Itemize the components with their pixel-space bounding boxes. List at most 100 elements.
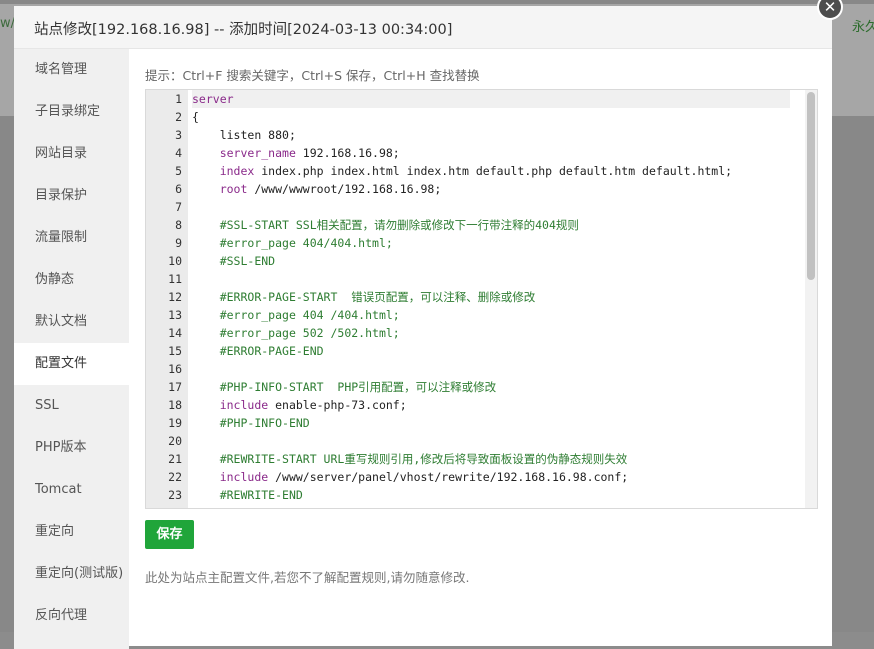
modal-title: 站点修改[192.168.16.98] -- 添加时间[2024-03-13 0… xyxy=(34,22,453,38)
code-line[interactable]: 23 #REWRITE-END xyxy=(146,486,806,504)
line-code: #ERROR-PAGE-START 错误页配置，可以注释、删除或修改 xyxy=(192,288,790,306)
line-number: 1 xyxy=(175,92,182,106)
line-code: include enable-php-73.conf; xyxy=(192,396,790,414)
code-line[interactable]: 3 listen 880; xyxy=(146,126,806,144)
sidebar-item[interactable]: Tomcat xyxy=(14,469,129,511)
line-code: #REWRITE-END xyxy=(192,486,790,504)
comment-text: #error_page 404 /404.html; xyxy=(219,308,400,322)
sidebar-item[interactable]: 重定向 xyxy=(14,511,129,553)
code-lines[interactable]: 1 server 2{3 listen 880; 4 server_name 192.… xyxy=(146,90,806,504)
code-line[interactable]: 22 include /www/server/panel/vhost/rewri… xyxy=(146,468,806,486)
line-number: 21 xyxy=(168,452,182,466)
sidebar-item[interactable]: PHP版本 xyxy=(14,427,129,469)
code-line[interactable]: 12 #ERROR-PAGE-START 错误页配置，可以注释、删除或修改 xyxy=(146,288,806,306)
comment-text: #SSL-END xyxy=(219,254,276,268)
comment-text: #SSL-START SSL相关配置，请勿删除或修改下一行带注释的404规则 xyxy=(219,218,579,232)
line-code: #SSL-START SSL相关配置，请勿删除或修改下一行带注释的404规则 xyxy=(192,216,790,234)
sidebar-item[interactable]: 反向代理 xyxy=(14,595,129,637)
code-line[interactable]: 6 root /www/wwwroot/192.168.16.98; xyxy=(146,180,806,198)
line-number: 23 xyxy=(168,488,182,502)
code-line[interactable]: 13 #error_page 404 /404.html; xyxy=(146,306,806,324)
sidebar-item[interactable]: 默认文档 xyxy=(14,301,129,343)
code-line[interactable]: 17 #PHP-INFO-START PHP引用配置，可以注释或修改 xyxy=(146,378,806,396)
line-code: #error_page 404 /404.html; xyxy=(192,306,790,324)
code-line[interactable]: 18 include enable-php-73.conf; xyxy=(146,396,806,414)
code-text: { xyxy=(192,110,199,124)
line-number: 19 xyxy=(168,416,182,430)
modal-header: 站点修改[192.168.16.98] -- 添加时间[2024-03-13 0… xyxy=(14,6,832,49)
comment-text: #REWRITE-END xyxy=(219,488,303,502)
code-text: index.php index.html index.htm default.p… xyxy=(254,164,733,178)
code-text: /www/server/panel/vhost/rewrite/192.168.… xyxy=(268,470,629,484)
editor-scroll-thumb[interactable] xyxy=(807,92,815,280)
line-code: #PHP-INFO-END xyxy=(192,414,790,432)
directive-keyword: include xyxy=(219,398,269,412)
line-code: root /www/wwwroot/192.168.16.98; xyxy=(192,180,790,198)
line-number: 12 xyxy=(168,290,182,304)
code-line[interactable]: 4 server_name 192.168.16.98; xyxy=(146,144,806,162)
code-line[interactable]: 14 #error_page 502 /502.html; xyxy=(146,324,806,342)
code-line[interactable]: 21 #REWRITE-START URL重写规则引用,修改后将导致面板设置的伪… xyxy=(146,450,806,468)
comment-text: #PHP-INFO-END xyxy=(219,416,310,430)
code-line[interactable]: 5 index index.php index.html index.htm d… xyxy=(146,162,806,180)
directive-keyword: include xyxy=(219,470,269,484)
sidebar-item[interactable]: 目录保护 xyxy=(14,175,129,217)
save-button[interactable]: 保存 xyxy=(145,520,194,549)
sidebar-item[interactable]: 子目录绑定 xyxy=(14,91,129,133)
sidebar-item[interactable]: 重定向(测试版) xyxy=(14,553,129,595)
directive-keyword: server_name xyxy=(219,146,296,160)
code-line[interactable]: 15 #ERROR-PAGE-END xyxy=(146,342,806,360)
code-line[interactable]: 7 xyxy=(146,198,806,216)
line-number: 22 xyxy=(168,470,182,484)
line-code: #PHP-INFO-START PHP引用配置，可以注释或修改 xyxy=(192,378,790,396)
line-number: 17 xyxy=(168,380,182,394)
line-number: 18 xyxy=(168,398,182,412)
code-line[interactable]: 9 #error_page 404/404.html; xyxy=(146,234,806,252)
code-line[interactable]: 19 #PHP-INFO-END xyxy=(146,414,806,432)
sidebar-item[interactable]: 配置文件 xyxy=(14,343,129,385)
settings-sidebar: 域名管理 子目录绑定 网站目录 目录保护 流量限制 伪静态 默认文档 配置文件 SSL PHP版本… xyxy=(14,49,129,649)
line-code: index index.php index.html index.htm def… xyxy=(192,162,790,180)
editor-scrollbar[interactable] xyxy=(805,90,817,508)
line-code: #REWRITE-START URL重写规则引用,修改后将导致面板设置的伪静态规… xyxy=(192,450,790,468)
code-text: enable-php-73.conf; xyxy=(268,398,407,412)
line-code: server xyxy=(192,90,790,108)
line-number: 10 xyxy=(168,254,182,268)
code-text: listen 880; xyxy=(219,128,296,142)
line-number: 15 xyxy=(168,344,182,358)
sidebar-item[interactable]: 网站目录 xyxy=(14,133,129,175)
sidebar-item[interactable]: 伪静态 xyxy=(14,259,129,301)
background-link-fragment: w/ xyxy=(0,16,16,31)
line-code: { xyxy=(192,108,790,126)
line-number: 5 xyxy=(175,164,182,178)
line-number: 9 xyxy=(175,236,182,250)
code-line[interactable]: 10 #SSL-END xyxy=(146,252,806,270)
code-line[interactable]: 20 xyxy=(146,432,806,450)
config-code-editor[interactable]: 1 server 2{3 listen 880; 4 server_name 192.… xyxy=(145,89,818,509)
sidebar-item[interactable]: 流量限制 xyxy=(14,217,129,259)
line-number: 6 xyxy=(175,182,182,196)
code-line[interactable]: 8 #SSL-START SSL相关配置，请勿删除或修改下一行带注释的404规则 xyxy=(146,216,806,234)
code-line[interactable]: 11 xyxy=(146,270,806,288)
code-line[interactable]: 2{ xyxy=(146,108,806,126)
code-line[interactable]: 1 server xyxy=(146,90,806,108)
sidebar-item[interactable]: 域名管理 xyxy=(14,49,129,91)
comment-text: #PHP-INFO-START PHP引用配置，可以注释或修改 xyxy=(219,380,497,394)
background-expiry-fragment: 永久 xyxy=(852,20,874,35)
line-number: 8 xyxy=(175,218,182,232)
sidebar-item[interactable]: SSL xyxy=(14,385,129,427)
comment-text: #error_page 502 /502.html; xyxy=(219,326,400,340)
line-code: #SSL-END xyxy=(192,252,790,270)
line-code: #error_page 404/404.html; xyxy=(192,234,790,252)
editor-shortcut-hint: 提示：Ctrl+F 搜索关键字，Ctrl+S 保存，Ctrl+H 查找替换 xyxy=(145,68,480,83)
code-line[interactable]: 16 xyxy=(146,360,806,378)
